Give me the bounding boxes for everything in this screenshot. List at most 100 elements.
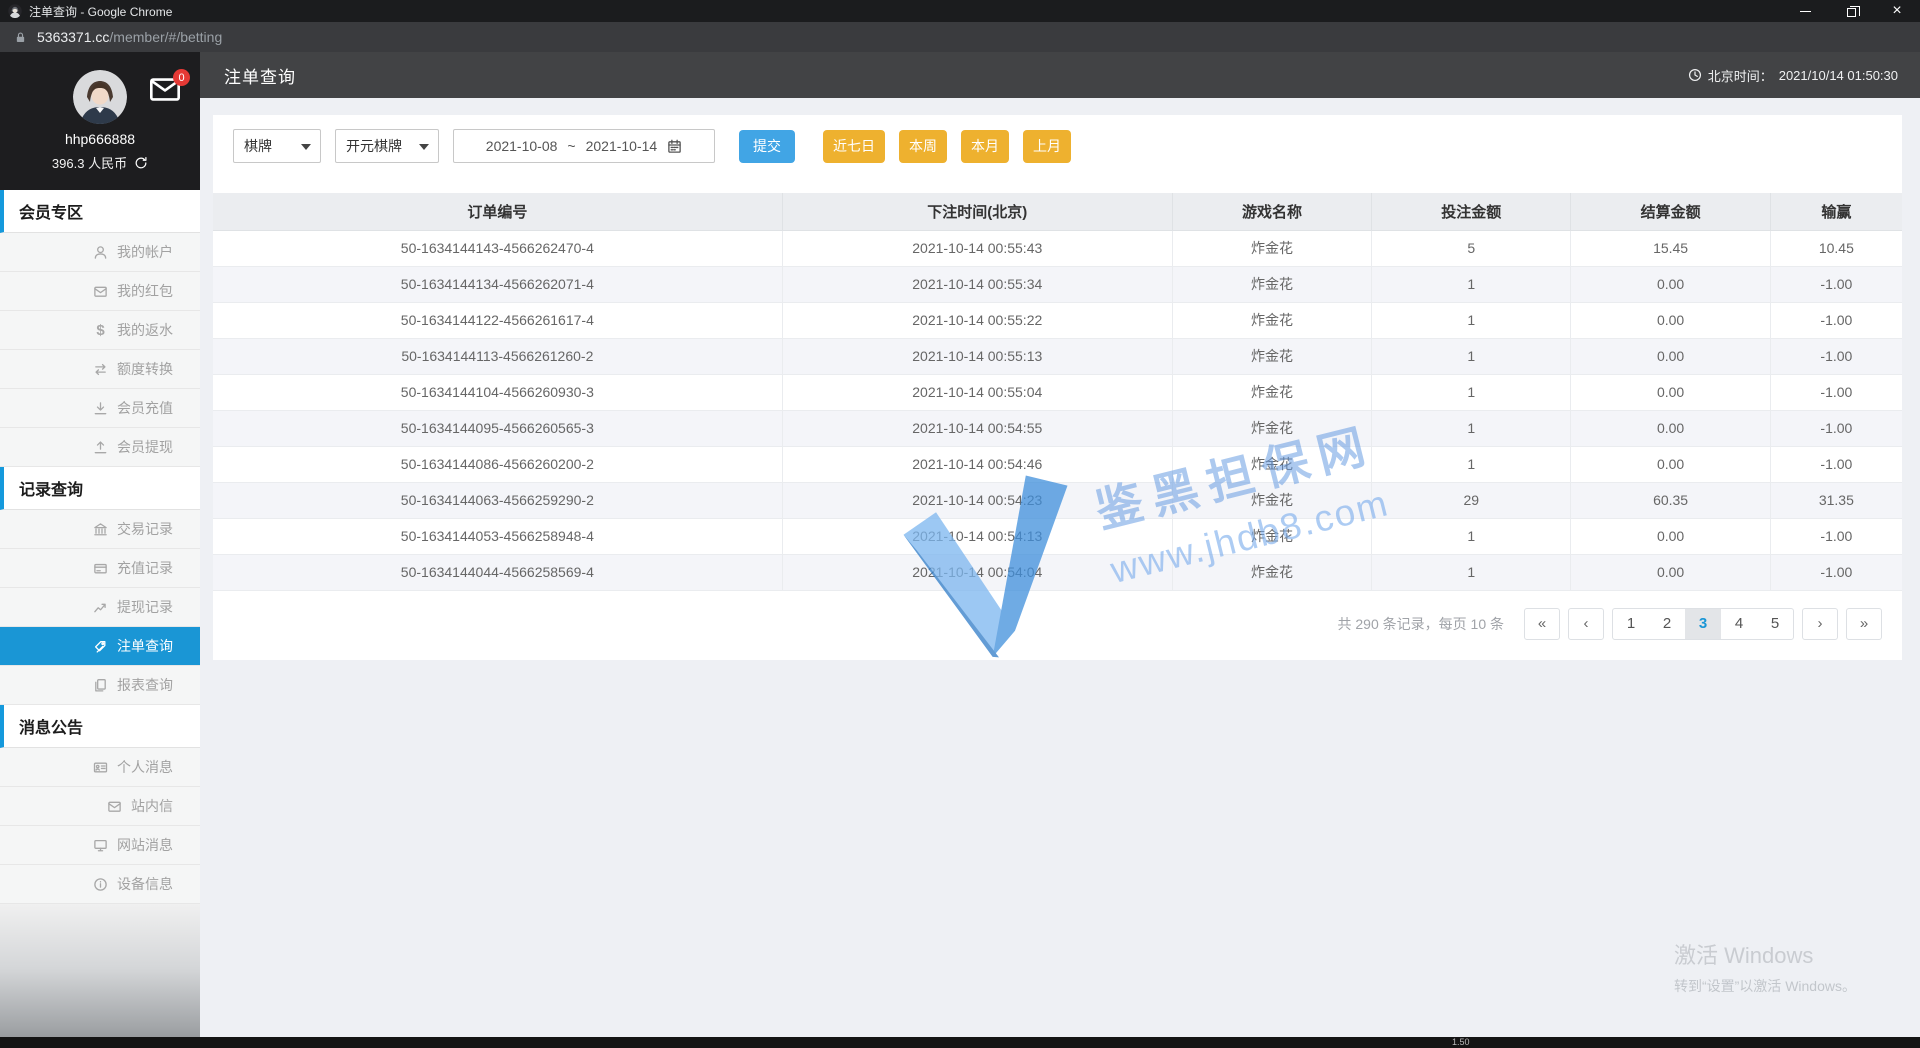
sidebar-item-report-query[interactable]: 报表查询 (0, 666, 200, 705)
date-to: 2021-10-14 (585, 138, 658, 154)
page-4-button[interactable]: 4 (1721, 609, 1757, 639)
bank-icon (94, 522, 107, 535)
sidebar-item-my-rebate[interactable]: $ 我的返水 (0, 311, 200, 350)
withdraw-icon (94, 440, 107, 453)
mail-badge: 0 (173, 69, 190, 86)
dollar-icon: $ (96, 321, 105, 339)
page-title: 注单查询 (224, 67, 296, 87)
record-count-summary: 共 290 条记录，每页 10 条 (1337, 615, 1505, 632)
restore-icon (1846, 5, 1860, 17)
page-3-button-active[interactable]: 3 (1685, 608, 1721, 639)
date-separator: ~ (567, 138, 576, 154)
table-row: 50-1634144143-4566262470-4 2021-10-14 00:… (213, 230, 1902, 267)
col-bet-amount: 投注金额 (1371, 193, 1572, 231)
content-area: 棋牌 开元棋牌 2021-10-08 ~ 2021-10-14 提交 近七日 本… (200, 98, 1920, 1048)
windows-activation-notice: 激活 Windows 转到“设置”以激活 Windows。 (1673, 943, 1856, 994)
url-path: /member/#/betting (109, 29, 223, 45)
table-row: 50-1634144134-4566262071-4 2021-10-14 00:… (213, 266, 1902, 303)
pagination: 共 290 条记录，每页 10 条 « ‹ 1 2 3 4 5 › » (213, 607, 1882, 640)
col-order-id: 订单编号 (213, 193, 783, 231)
table-row: 50-1634144063-4566259290-2 2021-10-14 00:… (213, 482, 1902, 519)
idcard-icon (93, 762, 108, 772)
report-icon (95, 678, 106, 691)
close-icon: × (1892, 2, 1902, 19)
table-row: 50-1634144095-4566260565-3 2021-10-14 00:… (213, 410, 1902, 447)
card-icon (94, 563, 107, 573)
col-settle-amount: 结算金额 (1570, 193, 1771, 231)
deposit-icon (94, 401, 107, 414)
beijing-time: 北京时间： 2021/10/14 01:50:30 (1688, 66, 1898, 85)
page-first-button[interactable]: « (1524, 607, 1560, 640)
sidebar-item-website-messages[interactable]: 网站消息 (0, 826, 200, 865)
window-titlebar: 注单查询 - Google Chrome × (0, 0, 1920, 22)
page-2-button[interactable]: 2 (1649, 609, 1685, 639)
bottom-bar-text: 1.50 (1452, 1037, 1470, 1047)
sidebar-item-transaction-records[interactable]: 交易记录 (0, 510, 200, 549)
sidebar-item-my-account[interactable]: 我的帐户 (0, 233, 200, 272)
quick-last7days-button[interactable]: 近七日 (823, 129, 885, 163)
calendar-icon (668, 139, 681, 153)
sidebar: 0 hhp666888 396.3 人民币 会员专区 我的帐户 我的红包 $ 我… (0, 52, 200, 1048)
info-icon (94, 877, 107, 891)
quick-thismonth-button[interactable]: 本月 (961, 129, 1009, 163)
page-number-group: 1 2 3 4 5 (1612, 607, 1794, 640)
sidebar-item-site-mail[interactable]: 站内信 (0, 787, 200, 826)
submit-button[interactable]: 提交 (739, 129, 795, 163)
bet-tag-icon (94, 640, 106, 653)
mail-button[interactable]: 0 (149, 69, 190, 106)
provider-select[interactable]: 开元棋牌 (335, 129, 439, 163)
avatar[interactable] (73, 70, 127, 124)
sidebar-item-bet-query[interactable]: 注单查询 (0, 627, 200, 666)
transfer-icon (95, 363, 106, 375)
quick-lastmonth-button[interactable]: 上月 (1023, 129, 1071, 163)
chart-icon (94, 603, 106, 612)
category-select[interactable]: 棋牌 (233, 129, 321, 163)
col-winloss: 输赢 (1770, 193, 1902, 231)
page-prev-button[interactable]: ‹ (1568, 607, 1604, 640)
window-title: 注单查询 - Google Chrome (29, 4, 173, 19)
page-next-button[interactable]: › (1802, 607, 1838, 640)
sidebar-item-withdraw[interactable]: 会员提现 (0, 428, 200, 467)
monitor-icon (94, 839, 107, 851)
sidebar-section-announcements: 消息公告 (0, 705, 200, 748)
sidebar-item-personal-messages[interactable]: 个人消息 (0, 748, 200, 787)
page-last-button[interactable]: » (1846, 607, 1882, 640)
sidebar-item-device-info[interactable]: 设备信息 (0, 865, 200, 904)
mail-icon (108, 801, 121, 812)
minimize-button[interactable] (1782, 0, 1828, 22)
table-row: 50-1634144053-4566258948-4 2021-10-14 00:… (213, 518, 1902, 555)
page-1-button[interactable]: 1 (1613, 609, 1649, 639)
page-header: 注单查询 北京时间： 2021/10/14 01:50:30 (200, 52, 1920, 98)
user-balance: 396.3 人民币 (51, 156, 128, 171)
sidebar-item-deposit-records[interactable]: 充值记录 (0, 549, 200, 588)
table-row: 50-1634144122-4566261617-4 2021-10-14 00:… (213, 302, 1902, 339)
address-bar[interactable]: 5363371.cc/member/#/betting (0, 22, 1920, 52)
site-favicon (8, 4, 22, 18)
page-5-button[interactable]: 5 (1757, 609, 1793, 639)
col-game-name: 游戏名称 (1172, 193, 1373, 231)
filter-bar: 棋牌 开元棋牌 2021-10-08 ~ 2021-10-14 提交 近七日 本… (213, 129, 1902, 163)
sidebar-item-my-redpacket[interactable]: 我的红包 (0, 272, 200, 311)
lock-icon (16, 31, 25, 42)
clock-icon (1688, 68, 1701, 82)
sidebar-section-member: 会员专区 (0, 190, 200, 233)
col-bet-time: 下注时间(北京) (782, 193, 1173, 231)
refresh-icon[interactable] (134, 156, 148, 170)
table-row: 50-1634144086-4566260200-2 2021-10-14 00:… (213, 446, 1902, 483)
bottom-bar: 1.50 (0, 1037, 1920, 1048)
bet-records-table: 订单编号 下注时间(北京) 游戏名称 投注金额 结算金额 输赢 50-16341… (213, 193, 1902, 591)
sidebar-item-quota-transfer[interactable]: 额度转换 (0, 350, 200, 389)
quick-thisweek-button[interactable]: 本周 (899, 129, 947, 163)
sidebar-filler (0, 904, 200, 1048)
red-packet-icon (94, 286, 107, 297)
sidebar-item-deposit[interactable]: 会员充值 (0, 389, 200, 428)
sidebar-item-withdraw-records[interactable]: 提现记录 (0, 588, 200, 627)
user-panel: 0 hhp666888 396.3 人民币 (0, 52, 200, 190)
restore-button[interactable] (1828, 0, 1874, 22)
close-button[interactable]: × (1874, 0, 1920, 22)
table-row: 50-1634144104-4566260930-3 2021-10-14 00:… (213, 374, 1902, 411)
date-range-picker[interactable]: 2021-10-08 ~ 2021-10-14 (453, 129, 715, 163)
table-header-row: 订单编号 下注时间(北京) 游戏名称 投注金额 结算金额 输赢 (213, 193, 1902, 231)
url-domain: 5363371.cc (37, 29, 110, 45)
sidebar-section-records: 记录查询 (0, 467, 200, 510)
